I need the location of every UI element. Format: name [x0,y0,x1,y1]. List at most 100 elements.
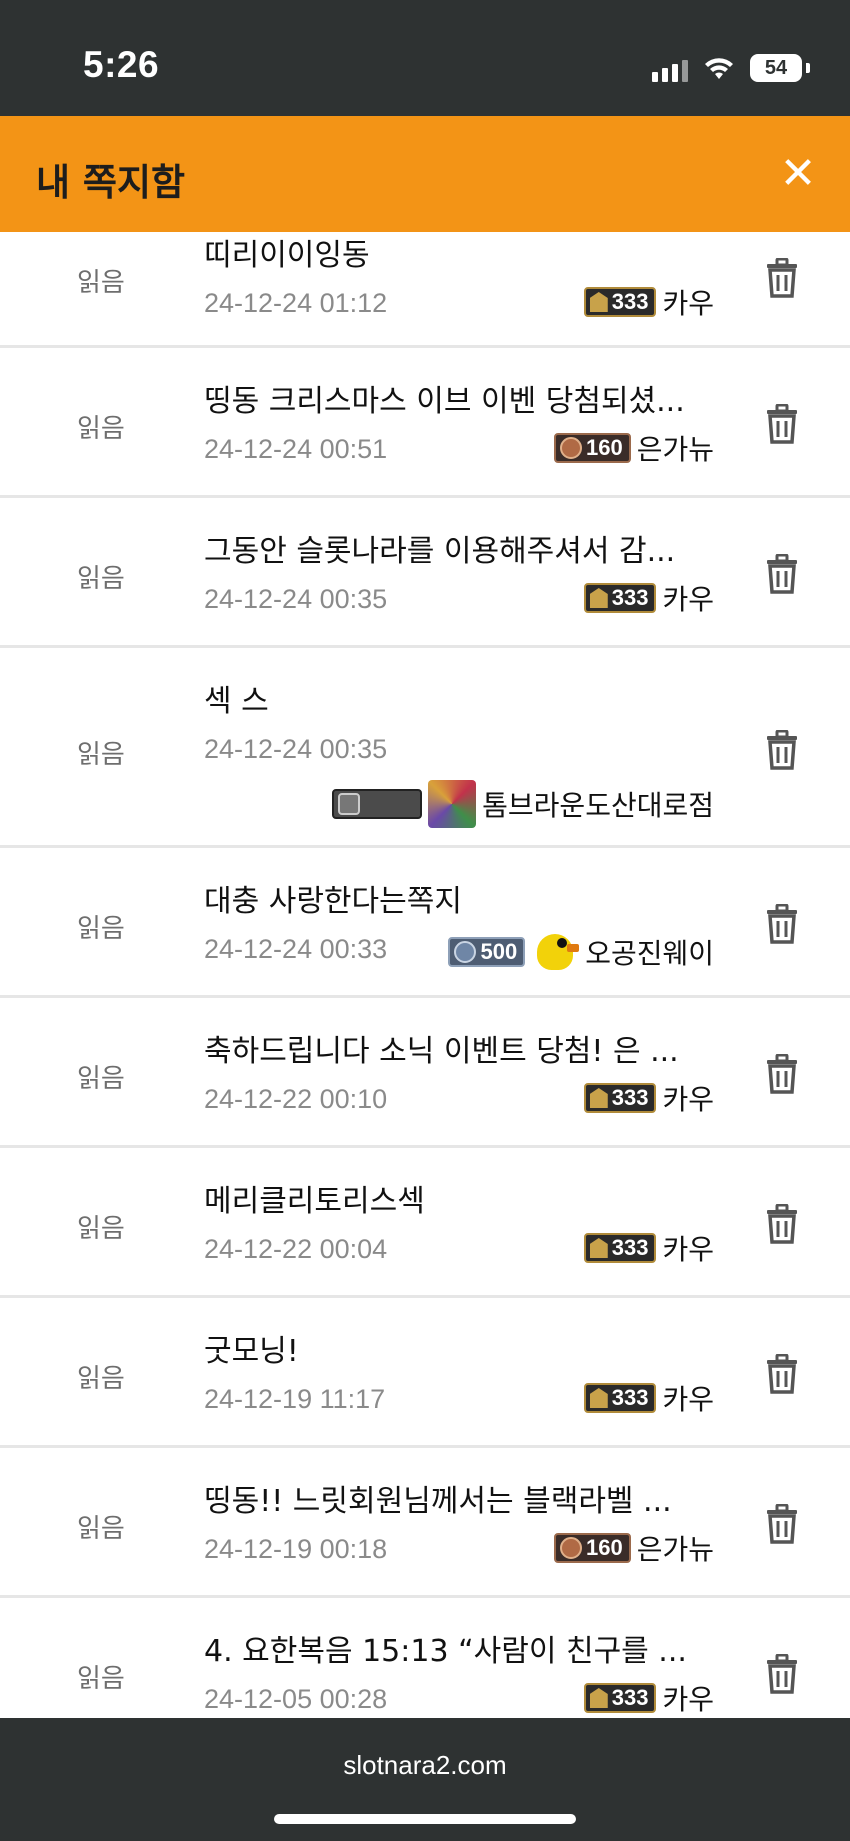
battery-icon: 54 [750,54,802,82]
read-status-label: 읽음 [77,1214,125,1244]
message-date: 24-12-24 00:35 [204,584,388,614]
level-badge-icon [454,941,477,963]
message-date: 24-12-24 00:51 [204,434,388,464]
level-badge-value: 160 [586,435,623,460]
level-badge-icon [589,292,608,312]
level-badge: 333 [583,1683,657,1713]
message-sender[interactable]: 333 카우 [583,1078,714,1118]
level-badge-value: 333 [611,585,649,610]
level-badge: 500 [448,937,526,967]
message-date: 24-12-24 01:12 [204,288,388,318]
message-sender[interactable]: 160 은가뉴 [554,1528,714,1568]
read-status-label: 읽음 [77,1064,125,1094]
message-row[interactable]: 읽음 그동안 슬롯나라를 이용해주셔서 감... 24-12-24 00:35 333… [0,498,850,648]
sender-name[interactable]: 카우 [662,578,714,618]
level-badge-value: 333 [611,1385,649,1410]
level-badge: 333 [583,287,657,317]
message-sender[interactable]: 333 카우 [583,578,714,618]
level-badge-value: 333 [611,1085,649,1110]
battery-tip [806,63,810,73]
level-badge-icon [560,1537,582,1559]
sender-name[interactable]: 오공진웨이 [585,932,714,972]
trash-icon[interactable] [764,1053,800,1094]
message-subject[interactable]: 그동안 슬롯나라를 이용해주셔서 감... [204,526,724,570]
message-sender[interactable]: 333 카우 [583,1678,714,1718]
level-badge [332,789,423,819]
sender-name[interactable]: 카우 [662,1378,714,1418]
sender-name[interactable]: 톰브라운도산대로점 [482,784,714,824]
read-status-label: 읽음 [77,268,125,298]
sender-name[interactable]: 카우 [662,1228,714,1268]
sender-name[interactable]: 카우 [662,282,714,322]
message-row[interactable]: 읽음 섹 스 24-12-24 00:35 톰브라운도산대로점 [0,648,850,848]
level-badge-value: 500 [480,939,518,964]
status-time: 5:26 [83,44,160,85]
status-icons: 54 [652,50,810,86]
message-row[interactable]: 읽음 대충 사랑한다는쪽지 24-12-24 00:33 500 오공진웨이 [0,848,850,998]
message-row[interactable]: 읽음 메리클리토리스섹 24-12-22 00:04 333 카우 [0,1148,850,1298]
level-badge-icon [589,1688,608,1708]
message-date: 24-12-05 00:28 [204,1684,388,1714]
message-subject[interactable]: 대충 사랑한다는쪽지 [204,876,724,920]
message-row[interactable]: 읽음 4. 요한복음 15:13 “사람이 친구를 ... 24-12-05 00:… [0,1598,850,1718]
read-status-label: 읽음 [77,740,125,770]
message-row[interactable]: 읽음 축하드립니다 소닉 이벤트 당첨! 은 ... 24-12-22 00:10 3… [0,998,850,1148]
message-sender[interactable]: 333 카우 [583,282,714,322]
message-list: 읽음 띠리이이잉동 24-12-24 01:12 333 카우 읽음 띵동 크리스마스 이브… [0,232,850,1718]
sender-name[interactable]: 카우 [662,1078,714,1118]
message-row[interactable]: 읽음 띵동!! 느릿회원님께서는 블랙라벨 ... 24-12-19 00:18 16… [0,1448,850,1598]
message-subject[interactable]: 메리클리토리스섹 [204,1176,724,1220]
trash-icon[interactable] [764,903,800,944]
level-badge: 333 [583,1383,657,1413]
message-subject[interactable]: 축하드립니다 소닉 이벤트 당첨! 은 ... [204,1026,724,1070]
message-subject[interactable]: 띵동 크리스마스 이브 이벤 당첨되셨... [204,376,724,420]
sender-name[interactable]: 카우 [662,1678,714,1718]
message-sender[interactable]: 톰브라운도산대로점 [332,780,714,828]
level-badge-icon [589,1238,608,1258]
message-row[interactable]: 읽음 띠리이이잉동 24-12-24 01:12 333 카우 [0,232,850,348]
sender-name[interactable]: 은가뉴 [637,428,714,468]
message-sender[interactable]: 333 카우 [583,1378,714,1418]
trash-icon[interactable] [764,729,800,770]
level-badge-icon [560,437,582,459]
level-badge: 333 [583,1233,657,1263]
level-badge: 333 [583,1083,657,1113]
home-indicator[interactable] [274,1814,576,1824]
browser-bottom-bar: slotnara2.com [0,1718,850,1841]
cellular-signal-icon [652,54,688,82]
read-status-label: 읽음 [77,914,125,944]
message-sender[interactable]: 333 카우 [583,1228,714,1268]
level-badge: 333 [583,583,657,613]
message-sender[interactable]: 500 오공진웨이 [448,928,714,976]
trash-icon[interactable] [764,1503,800,1544]
message-date: 24-12-19 11:17 [204,1384,386,1414]
trash-icon[interactable] [764,403,800,444]
read-status-label: 읽음 [77,1514,125,1544]
trash-icon[interactable] [764,1653,800,1694]
avatar [531,928,580,976]
message-row[interactable]: 읽음 띵동 크리스마스 이브 이벤 당첨되셨... 24-12-24 00:51 16… [0,348,850,498]
message-subject[interactable]: 굿모닝! [204,1326,724,1370]
level-badge-icon [589,1088,608,1108]
message-date: 24-12-24 00:35 [204,734,388,764]
trash-icon[interactable] [764,1353,800,1394]
message-subject[interactable]: 4. 요한복음 15:13 “사람이 친구를 ... [204,1626,724,1670]
message-subject[interactable]: 띠리이이잉동 [204,232,724,274]
avatar [428,780,477,828]
read-status-label: 읽음 [77,1364,125,1394]
trash-icon[interactable] [764,257,800,298]
url-label[interactable]: slotnara2.com [0,1750,850,1781]
sender-name[interactable]: 은가뉴 [637,1528,714,1568]
trash-icon[interactable] [764,1203,800,1244]
message-subject[interactable]: 섹 스 [204,676,724,720]
message-sender[interactable]: 160 은가뉴 [554,428,714,468]
level-badge: 160 [554,433,631,463]
message-date: 24-12-19 00:18 [204,1534,388,1564]
trash-icon[interactable] [764,553,800,594]
message-subject[interactable]: 띵동!! 느릿회원님께서는 블랙라벨 ... [204,1476,724,1520]
level-badge-value: 160 [586,1535,623,1560]
level-badge: 160 [554,1533,631,1563]
message-row[interactable]: 읽음 굿모닝! 24-12-19 11:17 333 카우 [0,1298,850,1448]
read-status-label: 읽음 [77,1664,125,1694]
close-icon[interactable]: ✕ [776,152,820,196]
